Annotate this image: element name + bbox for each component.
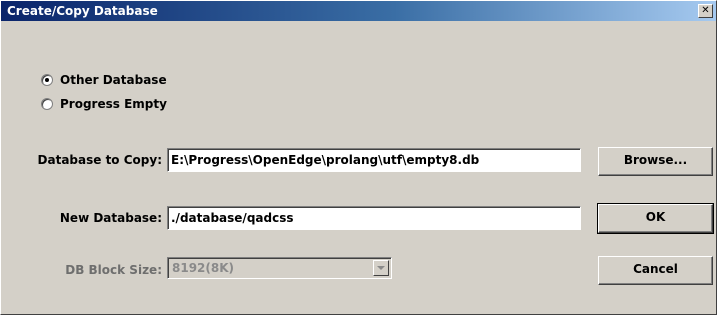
ok-button[interactable]: OK [597, 203, 714, 234]
radio-checked-icon[interactable] [41, 74, 53, 86]
db-block-size-value: 8192(8K) [172, 261, 235, 275]
db-block-size-select: 8192(8K) [167, 257, 392, 279]
cancel-button[interactable]: Cancel [598, 256, 713, 285]
close-icon[interactable]: ✕ [698, 4, 713, 18]
new-database-label: New Database: [59, 211, 162, 225]
chevron-down-icon [373, 260, 389, 276]
window-title: Create/Copy Database [7, 4, 158, 18]
new-database-input[interactable]: ./database/qadcss [167, 206, 581, 230]
radio-progress-empty-label: Progress Empty [60, 97, 167, 111]
browse-button[interactable]: Browse... [598, 147, 713, 176]
radio-other-database[interactable]: Other Database [41, 73, 167, 87]
title-bar[interactable]: Create/Copy Database ✕ [1, 1, 716, 21]
database-to-copy-label: Database to Copy: [37, 153, 162, 167]
create-copy-database-dialog: Create/Copy Database ✕ Other Database Pr… [0, 0, 717, 315]
database-to-copy-input[interactable]: E:\Progress\OpenEdge\prolang\utf\empty8.… [167, 148, 581, 172]
db-block-size-label: DB Block Size: [65, 263, 162, 277]
radio-progress-empty[interactable]: Progress Empty [41, 97, 167, 111]
radio-unchecked-icon[interactable] [41, 98, 53, 110]
radio-other-database-label: Other Database [60, 73, 167, 87]
